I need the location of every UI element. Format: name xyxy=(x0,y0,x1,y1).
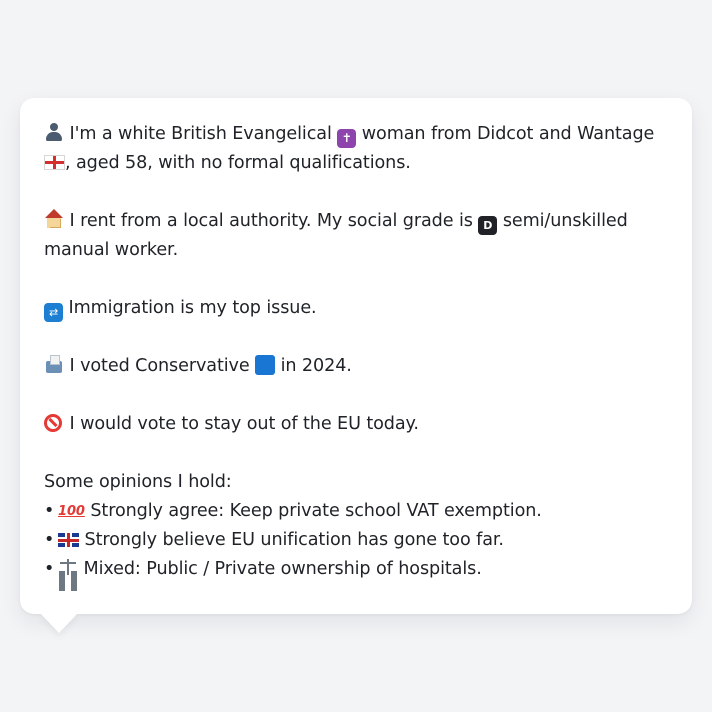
person-icon xyxy=(44,122,64,142)
bullet: • xyxy=(44,559,55,579)
opinion-text: Strongly agree: Keep private school VAT … xyxy=(90,501,542,521)
prohibited-icon xyxy=(44,414,62,432)
housing-text-a: I rent from a local authority. My social… xyxy=(69,211,473,231)
opinions-heading: Some opinions I hold: xyxy=(44,472,232,492)
passport-control-icon: ⇄ xyxy=(44,303,63,322)
bullet: • xyxy=(44,501,55,521)
identity-text-d: aged 58, with no formal qualifications. xyxy=(76,153,411,173)
opinions-list: • 100 Strongly agree: Keep private school… xyxy=(44,497,668,584)
opinion-text: Mixed: Public / Private ownership of hos… xyxy=(83,559,482,579)
uk-flag-icon xyxy=(58,533,79,547)
balance-scale-icon xyxy=(58,557,78,577)
bubble-tail xyxy=(40,613,78,633)
latin-cross-icon: ✝ xyxy=(337,128,357,148)
house-icon xyxy=(44,209,64,229)
blue-square-icon xyxy=(255,355,276,375)
persona-vote-line: I voted Conservative in 2024. xyxy=(44,352,668,381)
vote-text-a: I voted Conservative xyxy=(69,356,250,376)
list-item: • 100 Strongly agree: Keep private school… xyxy=(44,497,668,526)
opinion-text: Strongly believe EU unification has gone… xyxy=(84,530,505,550)
letter-d-icon: D xyxy=(478,216,498,235)
top-issue-text: Immigration is my top issue. xyxy=(68,298,317,318)
identity-text-a: I'm a white British Evangelical xyxy=(69,124,332,144)
ballot-box-icon xyxy=(44,354,64,374)
list-item: • Strongly believe EU unification has go… xyxy=(44,526,668,555)
list-item: • Mixed: Public / Private ownership of h… xyxy=(44,555,668,584)
england-flag-icon xyxy=(44,155,65,170)
bullet: • xyxy=(44,530,55,550)
persona-identity-line: I'm a white British Evangelical ✝ woman … xyxy=(44,120,668,178)
vote-text-b: in 2024. xyxy=(280,356,352,376)
identity-text-comma: , xyxy=(65,153,71,173)
eu-text: I would vote to stay out of the EU today… xyxy=(69,414,419,434)
persona-housing-line: I rent from a local authority. My social… xyxy=(44,207,668,265)
persona-top-issue-line: ⇄ Immigration is my top issue. xyxy=(44,294,668,323)
hundred-points-icon: 100 xyxy=(58,504,85,519)
persona-message-bubble: I'm a white British Evangelical ✝ woman … xyxy=(20,98,692,614)
persona-eu-line: I would vote to stay out of the EU today… xyxy=(44,410,668,439)
identity-text-b: woman from Didcot and Wantage xyxy=(361,124,655,144)
